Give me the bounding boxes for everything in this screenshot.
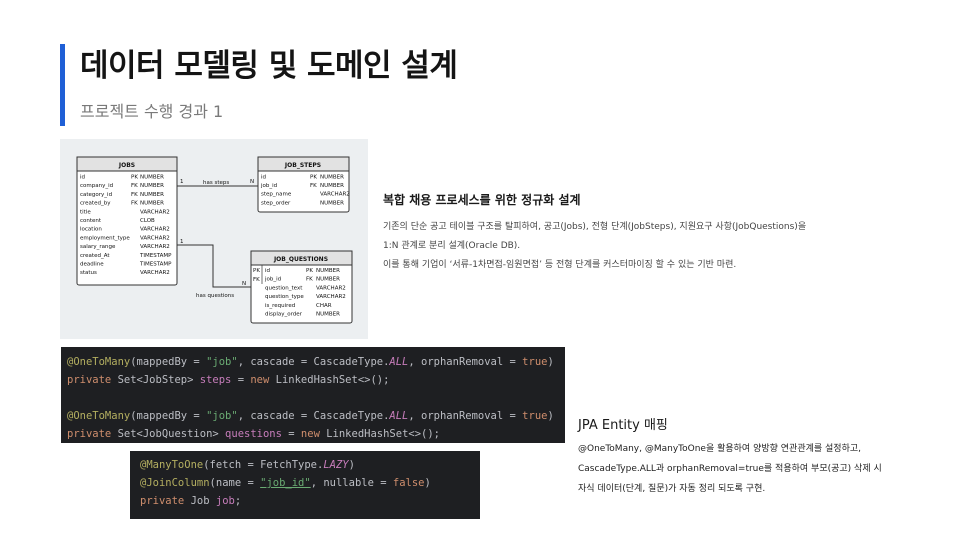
erd-job-questions-cell: VARCHAR2 (316, 294, 346, 300)
erd-job-questions-title: JOB_QUESTIONS (273, 256, 328, 263)
erd-jobs-cell: id (80, 175, 85, 181)
erd-jq-key-fk: FK (253, 277, 260, 283)
code-block-job-entity: @OneToMany(mappedBy = "job", cascade = C… (61, 347, 565, 443)
erd-jobs-cell: FK (131, 192, 138, 198)
normalization-line-2: 1:N 관계로 분리 설계(Oracle DB). (383, 241, 521, 251)
erd-jobs-cell: PK (131, 175, 138, 181)
code-block-step-entity: @ManyToOne(fetch = FetchType.LAZY) @Join… (130, 451, 480, 519)
erd-relation-has-questions: 1 N has questions (177, 239, 251, 299)
erd-job-questions-cell: NUMBER (316, 277, 340, 283)
erd-job-questions-cell: display_order (265, 312, 303, 318)
jpa-mapping-line-2: CascadeType.ALL과 orphanRemoval=true를 적용하… (578, 464, 882, 474)
erd-jobs-cell: CLOB (140, 218, 155, 224)
jpa-mapping-line-3: 자식 데이터(단계, 질문)가 자동 정리 되도록 구현. (578, 484, 766, 494)
code-line: private Job job; (140, 495, 242, 507)
erd-job-steps-cell: PK (310, 175, 317, 181)
erd-jobs-cell: TIMESTAMP (139, 253, 172, 259)
code-line: @ManyToOne(fetch = FetchType.LAZY) (140, 459, 355, 471)
code-line: @OneToMany(mappedBy = "job", cascade = C… (67, 410, 554, 422)
erd-table-job-steps: JOB_STEPS id PK NUMBERjob_id FK NUMBERstep_n… (257, 156, 350, 213)
erd-rel2-label: has questions (196, 293, 234, 299)
erd-job-questions-cell: FK (306, 277, 313, 283)
erd-jobs-cell: deadline (80, 262, 104, 268)
erd-jobs-cell: FK (131, 201, 138, 207)
erd-jobs-cell: status (80, 270, 97, 276)
erd-relation-has-steps: 1 N has steps (177, 179, 258, 187)
erd-job-questions-cell: id (265, 268, 270, 274)
erd-jobs-title: JOBS (118, 162, 135, 169)
jpa-mapping-section: JPA Entity 매핑 @OneToMany, @ManyToOne을 활용… (578, 414, 938, 499)
erd-job-questions-cell: question_type (265, 294, 304, 300)
erd-jobs-cell: title (80, 209, 91, 215)
erd-rel2-one: 1 (180, 239, 184, 245)
erd-jobs-cell: NUMBER (140, 201, 164, 207)
erd-job-questions-cell: VARCHAR2 (316, 285, 346, 291)
erd-job-steps-cell: FK (310, 183, 317, 189)
erd-rel1-one: 1 (180, 179, 184, 185)
erd-job-steps-cell: NUMBER (320, 175, 344, 181)
erd-job-steps-cell: NUMBER (320, 183, 344, 189)
page-subtitle: 프로젝트 수행 경과 1 (80, 102, 224, 121)
erd-jobs-cell: employment_type (80, 235, 130, 241)
code-line: private Set<JobQuestion> questions = new… (67, 428, 441, 440)
erd-diagram: JOBS id PK NUMBER company_id FK NUMBER categor… (60, 139, 368, 339)
erd-jobs-cell: NUMBER (140, 192, 164, 198)
erd-jobs-cell: NUMBER (140, 175, 164, 181)
code-line: private Set<JobStep> steps = new LinkedH… (67, 374, 390, 386)
erd-jobs-cell: content (80, 218, 102, 224)
page-title: 데이터 모델링 및 도메인 설계 (80, 48, 458, 84)
title-accent-bar (60, 44, 65, 126)
erd-jobs-cell: company_id (80, 183, 113, 189)
erd-table-job-questions: JOB_QUESTIONS PK FK id PK NUMBERjob_id FK NU… (250, 250, 353, 324)
erd-job-steps-cell: id (261, 175, 266, 181)
erd-jobs-cell: VARCHAR2 (140, 235, 170, 241)
erd-jobs-cell: created_by (80, 201, 111, 207)
erd-rel1-many: N (250, 179, 254, 185)
erd-job-questions-cell: PK (306, 268, 313, 274)
erd-jobs-cell: salary_range (80, 244, 116, 250)
normalization-line-3: 이를 통해 기업이 ‘서류-1차면접-임원면접’ 등 전형 단계를 커스터마이징… (383, 260, 737, 270)
erd-jobs-cell: VARCHAR2 (140, 227, 170, 233)
erd-jobs-cell: VARCHAR2 (140, 209, 170, 215)
code-line: @JoinColumn(name = "job_id", nullable = … (140, 477, 431, 489)
erd-jobs-cell: FK (131, 183, 138, 189)
erd-job-questions-cell: is_required (265, 303, 295, 309)
erd-svg: JOBS id PK NUMBERcompany_id FK NUMBERcategor… (76, 156, 353, 324)
erd-table-jobs: JOBS id PK NUMBERcompany_id FK NUMBERcategor… (76, 156, 178, 286)
erd-jobs-cell: VARCHAR2 (140, 244, 170, 250)
erd-job-questions-cell: NUMBER (316, 312, 340, 318)
erd-jq-key-pk: PK (253, 268, 260, 274)
erd-job-questions-cell: NUMBER (316, 268, 340, 274)
erd-rel2-many: N (242, 281, 246, 287)
erd-jobs-cell: location (80, 227, 102, 233)
erd-rel1-label: has steps (203, 180, 229, 186)
erd-job-steps-cell: job_id (260, 183, 277, 189)
erd-job-questions-cell: question_text (265, 285, 303, 291)
code-line: @OneToMany(mappedBy = "job", cascade = C… (67, 356, 554, 368)
jpa-mapping-heading: JPA Entity 매핑 (578, 418, 668, 433)
erd-job-steps-cell: step_name (261, 192, 292, 198)
erd-jobs-cell: NUMBER (140, 183, 164, 189)
erd-jobs-cell: TIMESTAMP (139, 262, 172, 268)
erd-job-steps-cell: VARCHAR2 (320, 192, 350, 198)
erd-job-steps-cell: NUMBER (320, 200, 344, 206)
erd-jobs-cell: created_At (80, 253, 110, 259)
erd-job-steps-cell: step_order (261, 200, 291, 206)
erd-jobs-cell: VARCHAR2 (140, 270, 170, 276)
normalization-line-1: 기존의 단순 공고 테이블 구조를 탈피하여, 공고(Jobs), 전형 단계(… (383, 222, 807, 232)
jpa-mapping-line-1: @OneToMany, @ManyToOne을 활용하여 양방향 연관관계를 설… (578, 444, 862, 454)
erd-job-questions-cell: CHAR (316, 303, 332, 309)
erd-jobs-cell: category_id (80, 192, 112, 198)
erd-job-steps-title: JOB_STEPS (284, 162, 321, 169)
erd-job-questions-cell: job_id (264, 277, 281, 283)
normalization-heading: 복합 채용 프로세스를 위한 정규화 설계 (383, 193, 581, 207)
normalization-section: 복합 채용 프로세스를 위한 정규화 설계 기존의 단순 공고 테이블 구조를 … (383, 191, 923, 275)
